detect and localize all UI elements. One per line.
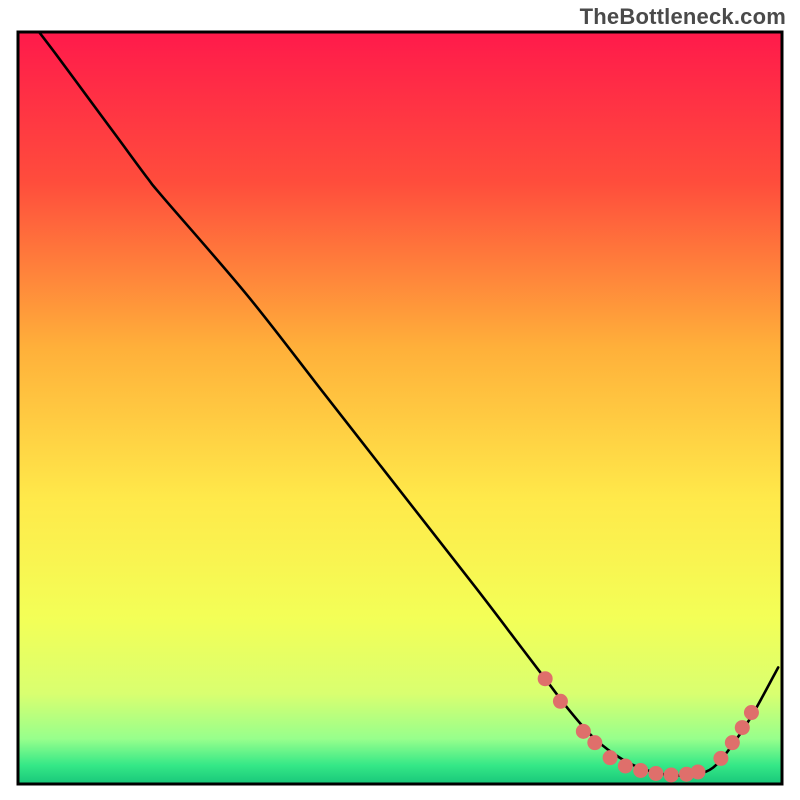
- chart-frame: TheBottleneck.com: [0, 0, 800, 800]
- marker-dot: [538, 671, 553, 686]
- marker-dot: [713, 751, 728, 766]
- marker-dot: [576, 724, 591, 739]
- marker-dot: [725, 735, 740, 750]
- marker-dot: [553, 694, 568, 709]
- marker-dot: [633, 763, 648, 778]
- marker-dot: [587, 735, 602, 750]
- marker-dot: [618, 758, 633, 773]
- marker-dot: [744, 705, 759, 720]
- marker-dot: [735, 720, 750, 735]
- chart-svg: [0, 0, 800, 800]
- marker-dot: [664, 767, 679, 782]
- gradient-background: [18, 32, 782, 784]
- watermark-text: TheBottleneck.com: [580, 4, 786, 30]
- marker-dot: [690, 764, 705, 779]
- marker-dot: [603, 750, 618, 765]
- marker-dot: [648, 766, 663, 781]
